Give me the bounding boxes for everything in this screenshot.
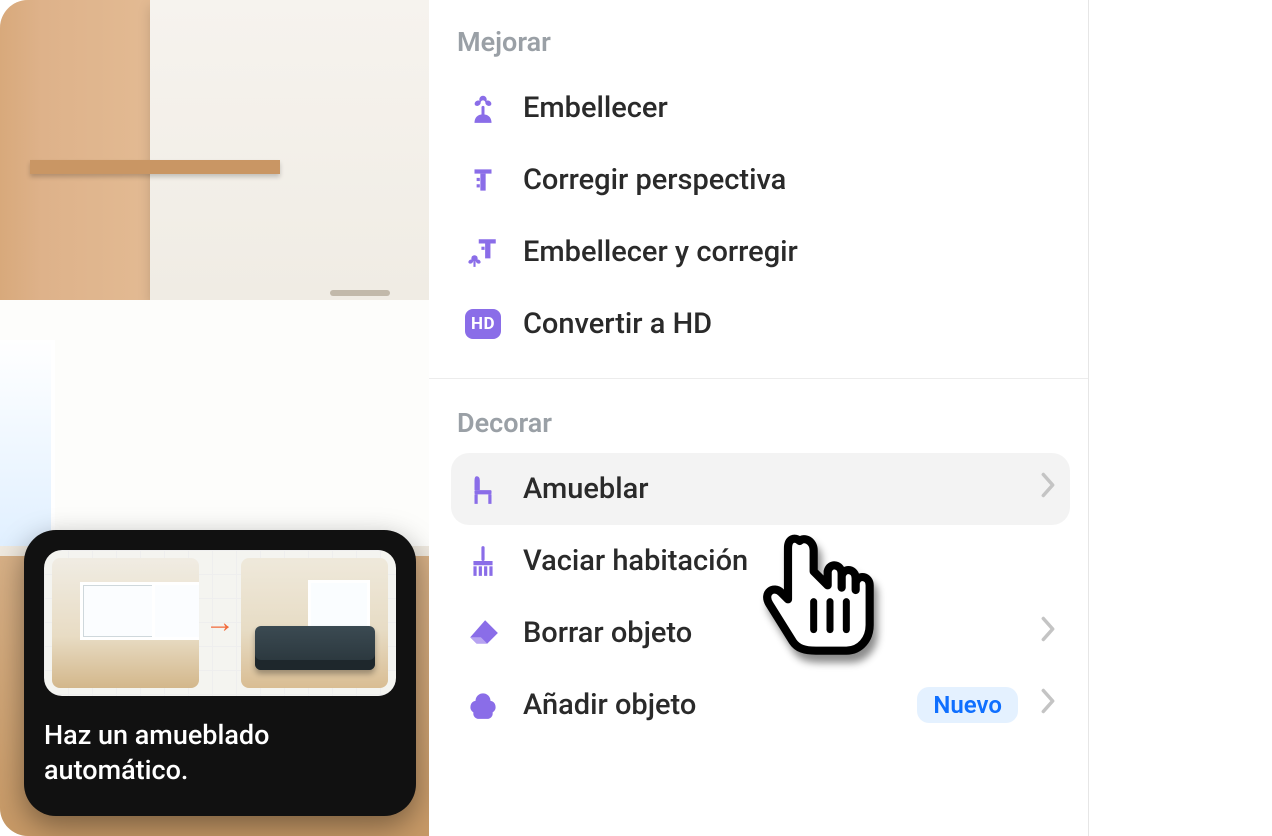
hd-icon: HD [465,306,501,342]
chair-icon [465,471,501,507]
tooltip-card: → Haz un amueblado automático. [24,530,416,816]
tooltip-after-thumb [241,558,388,688]
broom-icon [465,543,501,579]
new-badge: Nuevo [917,687,1018,723]
blank-area [1089,0,1272,836]
chevron-right-icon [1038,615,1058,651]
menu-item-empty-room[interactable]: Vaciar habitación [451,525,1070,597]
menu-item-add-object[interactable]: Añadir objeto Nuevo [451,669,1070,741]
scene-decor [150,0,429,300]
preview-image: → Haz un amueblado automático. [0,0,429,836]
cloud-object-icon [465,687,501,723]
menu-item-erase-object[interactable]: Borrar objeto [451,597,1070,669]
arrow-right-icon: → [199,605,241,640]
menu-item-convert-hd[interactable]: HD Convertir a HD [451,288,1070,360]
actions-menu: Mejorar Embellecer Corregir perspectiva … [429,0,1089,836]
divider [429,378,1088,379]
section-title-improve: Mejorar [451,22,1070,72]
tooltip-before-thumb [52,558,199,688]
menu-item-label: Amueblar [523,472,648,506]
menu-item-label: Corregir perspectiva [523,163,786,197]
chevron-right-icon [1038,471,1058,507]
menu-item-beautify[interactable]: Embellecer [451,72,1070,144]
flower-icon [465,90,501,126]
scene-decor [330,290,390,296]
menu-item-label: Embellecer y corregir [523,235,798,269]
menu-item-furnish[interactable]: Amueblar [451,453,1070,525]
menu-item-label: Embellecer [523,91,668,125]
menu-item-label: Vaciar habitación [523,544,748,578]
scene-decor [30,160,280,174]
menu-item-label: Añadir objeto [523,688,696,722]
menu-item-label: Convertir a HD [523,307,712,341]
chevron-right-icon [1038,687,1058,723]
tooltip-text: Haz un amueblado automático. [44,718,396,788]
flower-perspective-icon [465,234,501,270]
menu-item-beautify-and-fix[interactable]: Embellecer y corregir [451,216,1070,288]
menu-item-fix-perspective[interactable]: Corregir perspectiva [451,144,1070,216]
hd-badge-label: HD [465,309,501,339]
eraser-icon [465,615,501,651]
tooltip-preview: → [44,550,396,696]
menu-item-label: Borrar objeto [523,616,692,650]
section-title-decorate: Decorar [451,403,1070,453]
perspective-icon [465,162,501,198]
